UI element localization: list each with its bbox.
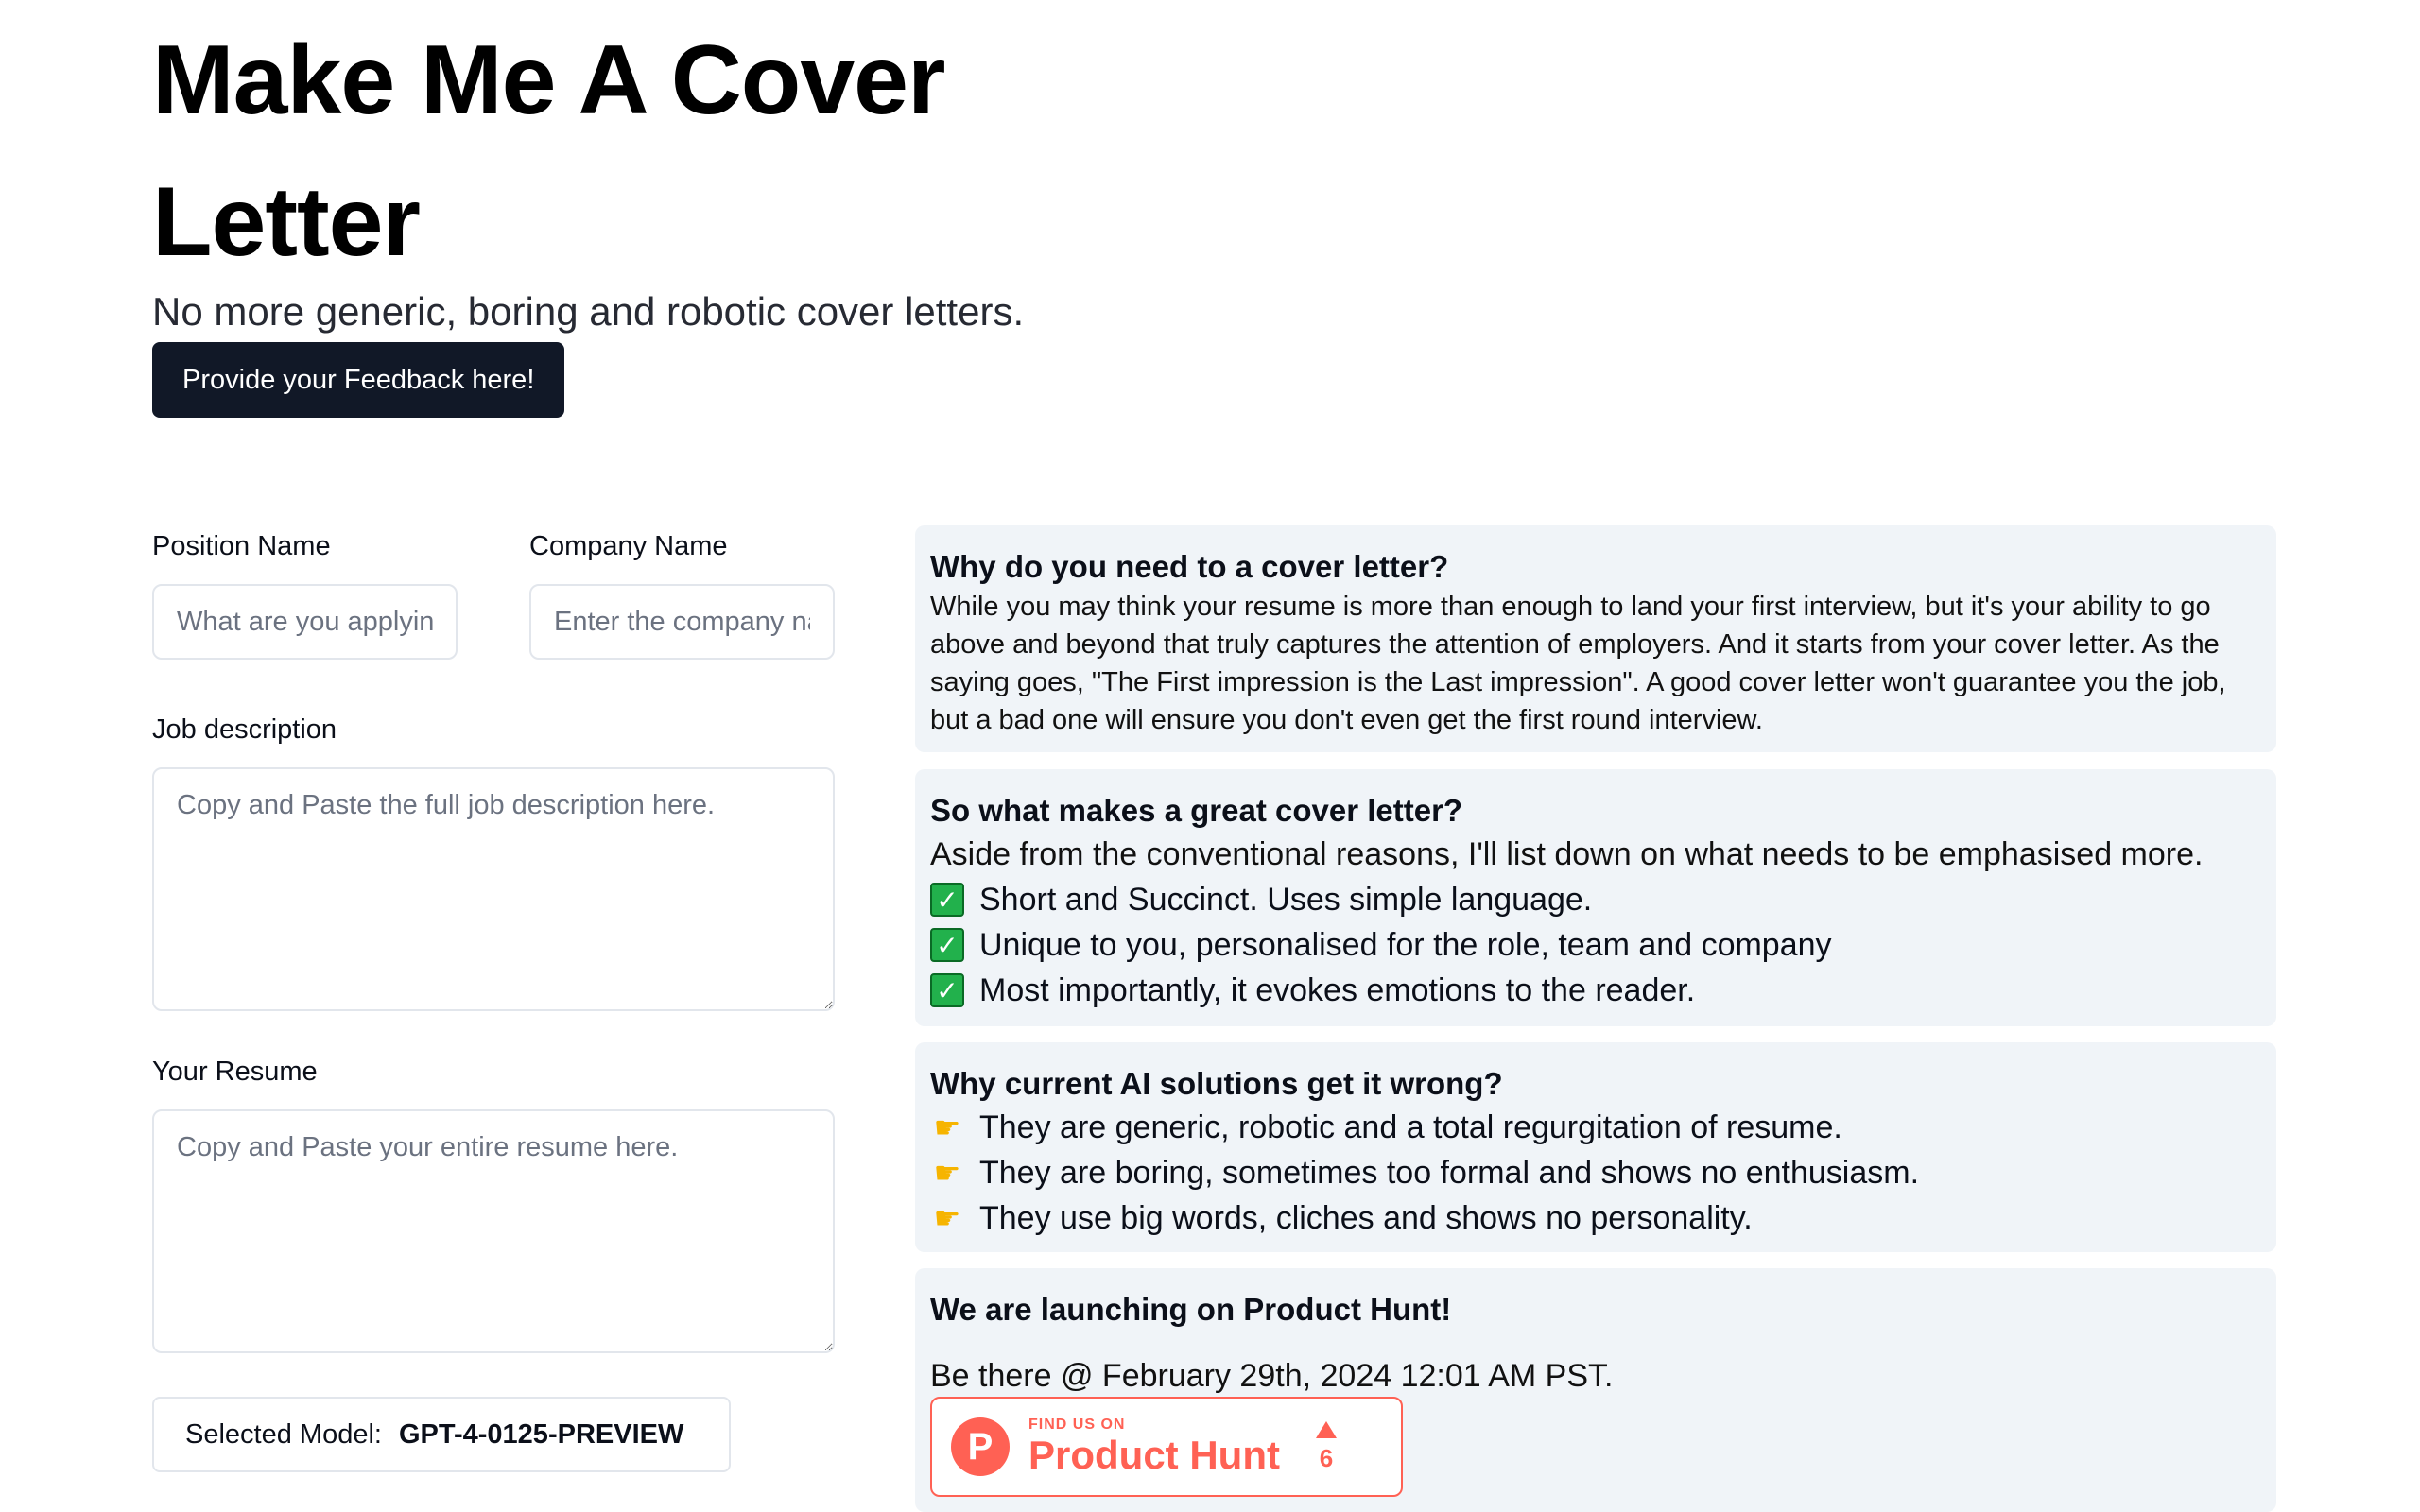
pointing-hand-icon: ☛ [933, 1110, 961, 1144]
page: Make Me A Cover Letter No more generic, … [0, 0, 2420, 1512]
product-hunt-badge[interactable]: P FIND US ON Product Hunt 6 [930, 1397, 1403, 1497]
check-mark-icon: ✓ [930, 928, 964, 962]
why-body: While you may think your resume is more … [930, 592, 2226, 735]
great-intro: Aside from the conventional reasons, I'l… [930, 836, 2204, 872]
position-input[interactable] [152, 584, 458, 660]
launch-heading: We are launching on Product Hunt! [930, 1292, 1452, 1327]
job-description-label: Job description [152, 714, 337, 745]
list-item: ☛ They are boring, sometimes too formal … [930, 1150, 2261, 1195]
list-item-text: They use big words, cliches and shows no… [979, 1200, 1753, 1236]
list-item: ✓ Most importantly, it evokes emotions t… [930, 968, 2261, 1013]
list-item-text: They are boring, sometimes too formal an… [979, 1155, 1920, 1191]
resume-label: Your Resume [152, 1057, 318, 1087]
job-description-textarea[interactable] [152, 767, 835, 1011]
list-item-text: Most importantly, it evokes emotions to … [979, 972, 1696, 1008]
pointing-hand-icon: ☛ [933, 1201, 961, 1235]
ai-wrong-card: Why current AI solutions get it wrong? ☛… [915, 1042, 2276, 1252]
upvote-count: 6 [1319, 1443, 1334, 1472]
badge-text: FIND US ON Product Hunt [1028, 1417, 1280, 1477]
list-item-text: Short and Succinct. Uses simple language… [979, 882, 1593, 918]
feedback-button[interactable]: Provide your Feedback here! [152, 342, 565, 418]
product-hunt-logo-icon: P [951, 1418, 1010, 1476]
list-item: ✓ Short and Succinct. Uses simple langua… [930, 877, 2261, 922]
list-item: ☛ They use big words, cliches and shows … [930, 1195, 2261, 1241]
list-item-text: They are generic, robotic and a total re… [979, 1109, 1842, 1145]
model-name: GPT-4-0125-PREVIEW [398, 1418, 684, 1450]
company-input[interactable] [529, 584, 835, 660]
great-cover-letter-card: So what makes a great cover letter? Asid… [915, 769, 2276, 1026]
launch-date: Be there @ February 29th, 2024 12:01 AM … [930, 1358, 1614, 1394]
list-item-text: Unique to you, personalised for the role… [979, 927, 1832, 963]
page-title: Make Me A Cover Letter [152, 26, 945, 277]
upvote-counter: 6 [1315, 1420, 1337, 1473]
model-prefix: Selected Model: [185, 1418, 382, 1450]
pointing-hand-icon: ☛ [933, 1156, 961, 1190]
company-label: Company Name [529, 531, 728, 561]
product-hunt-card: We are launching on Product Hunt! Be the… [915, 1268, 2276, 1512]
great-heading: So what makes a great cover letter? [930, 793, 1463, 828]
wrong-heading: Why current AI solutions get it wrong? [930, 1066, 1503, 1101]
list-item: ✓ Unique to you, personalised for the ro… [930, 922, 2261, 968]
great-list: ✓ Short and Succinct. Uses simple langua… [930, 877, 2261, 1013]
badge-small-text: FIND US ON [1028, 1417, 1126, 1433]
check-mark-icon: ✓ [930, 973, 964, 1007]
why-heading: Why do you need to a cover letter? [930, 549, 1449, 584]
upvote-arrow-icon [1315, 1420, 1337, 1438]
why-cover-letter-card: Why do you need to a cover letter? While… [915, 525, 2276, 752]
wrong-list: ☛ They are generic, robotic and a total … [930, 1105, 2261, 1241]
resume-textarea[interactable] [152, 1109, 835, 1353]
page-subtitle: No more generic, boring and robotic cove… [152, 289, 1025, 334]
badge-big-text: Product Hunt [1028, 1433, 1280, 1477]
check-mark-icon: ✓ [930, 883, 964, 917]
position-label: Position Name [152, 531, 331, 561]
selected-model-button[interactable]: Selected Model: GPT-4-0125-PREVIEW [152, 1397, 731, 1472]
list-item: ☛ They are generic, robotic and a total … [930, 1105, 2261, 1150]
